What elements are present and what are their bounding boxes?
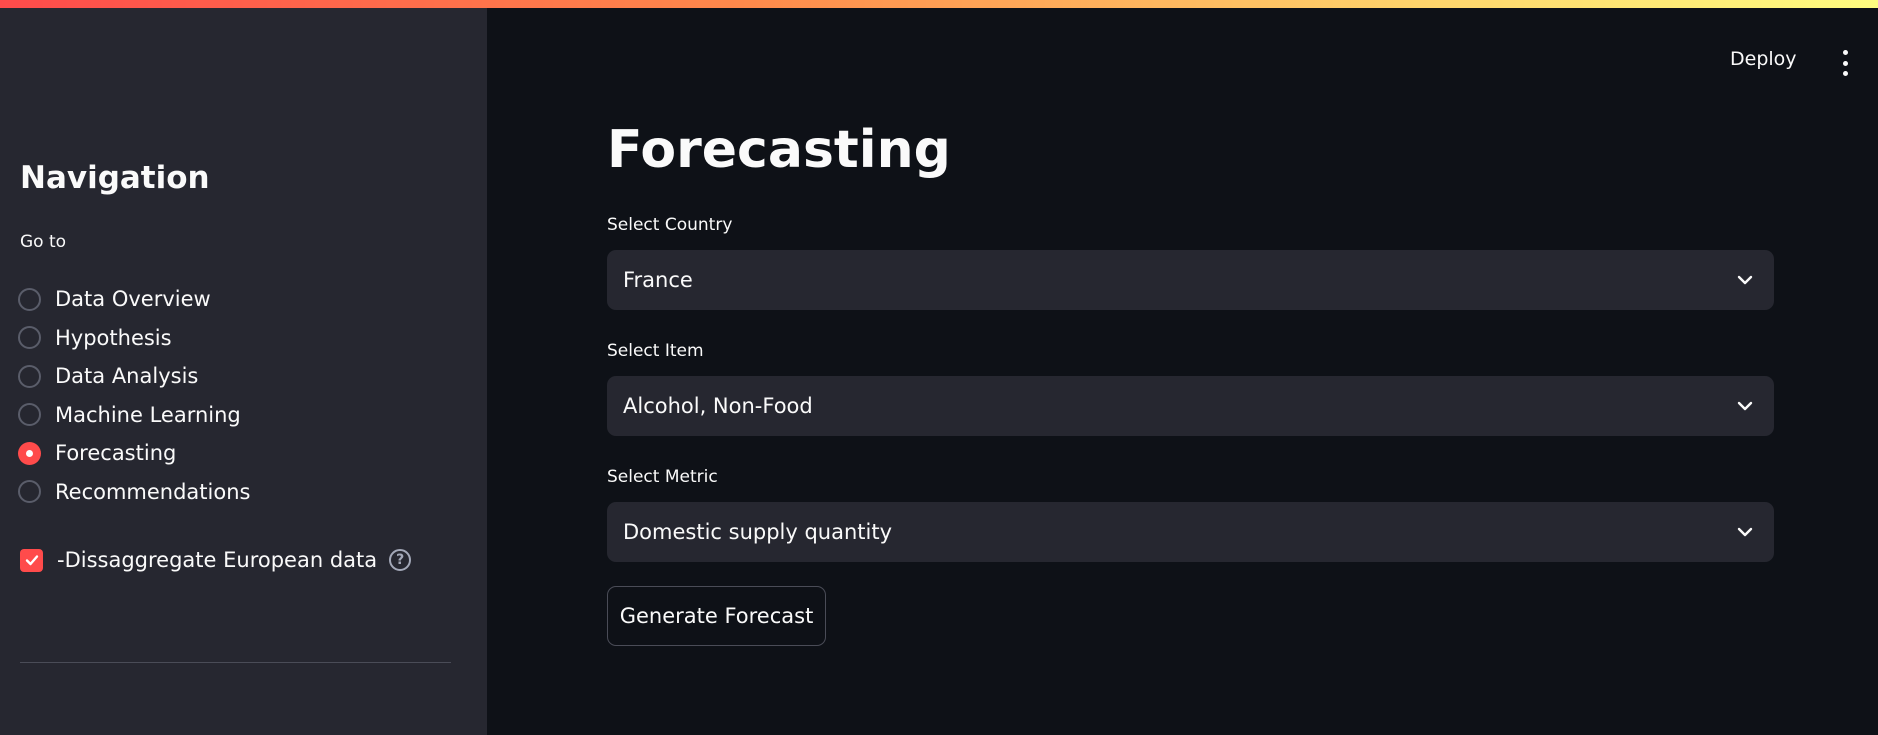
sidebar-divider (20, 662, 451, 663)
help-circle-icon[interactable]: ? (389, 549, 412, 571)
radio-label: Hypothesis (55, 325, 172, 350)
navigation-radio-group: Data Overview Hypothesis Data Analysis M… (18, 280, 250, 511)
top-decoration-stripe (0, 0, 1878, 8)
select-metric-dropdown[interactable]: Domestic supply quantity (607, 502, 1774, 562)
radio-button-selected[interactable] (18, 441, 41, 465)
radio-button[interactable] (18, 403, 41, 427)
radio-button[interactable] (18, 326, 41, 350)
select-country-dropdown[interactable]: France (607, 250, 1774, 310)
radio-item-hypothesis[interactable]: Hypothesis (18, 319, 250, 358)
disaggregate-checkbox-row[interactable]: -Dissaggregate European data ? (20, 548, 412, 572)
more-vertical-icon[interactable] (1838, 50, 1852, 76)
radio-item-data-analysis[interactable]: Data Analysis (18, 357, 250, 396)
radio-button[interactable] (18, 364, 41, 388)
check-icon (25, 555, 38, 566)
select-metric-label: Select Metric (607, 467, 718, 487)
select-item-label: Select Item (607, 341, 704, 361)
radio-button[interactable] (18, 287, 41, 311)
chevron-down-icon (1737, 275, 1753, 285)
chevron-down-icon (1737, 527, 1753, 537)
select-country-value: France (623, 268, 693, 292)
page-title: Forecasting (607, 120, 951, 180)
select-country-label: Select Country (607, 215, 733, 235)
radio-label: Recommendations (55, 479, 251, 504)
checkbox-label: -Dissaggregate European data (57, 548, 378, 572)
radio-item-recommendations[interactable]: Recommendations (18, 473, 250, 512)
radio-label: Data Overview (55, 287, 211, 312)
sidebar-title: Navigation (20, 160, 210, 196)
disaggregate-checkbox[interactable] (20, 548, 43, 572)
select-metric-value: Domestic supply quantity (623, 520, 893, 544)
radio-label: Forecasting (55, 441, 177, 466)
radio-button[interactable] (18, 480, 41, 504)
sidebar: Navigation Go to Data Overview Hypothesi… (0, 8, 487, 735)
radio-group-label: Go to (20, 232, 67, 252)
radio-label: Machine Learning (55, 402, 241, 427)
select-item-dropdown[interactable]: Alcohol, Non-Food (607, 376, 1774, 436)
radio-item-forecasting[interactable]: Forecasting (18, 434, 250, 473)
select-item-value: Alcohol, Non-Food (623, 394, 813, 418)
radio-item-data-overview[interactable]: Data Overview (18, 280, 250, 319)
deploy-button[interactable]: Deploy (1730, 48, 1797, 70)
radio-label: Data Analysis (55, 364, 199, 389)
chevron-down-icon (1737, 401, 1753, 411)
generate-forecast-button[interactable]: Generate Forecast (607, 586, 826, 646)
radio-item-machine-learning[interactable]: Machine Learning (18, 396, 250, 435)
